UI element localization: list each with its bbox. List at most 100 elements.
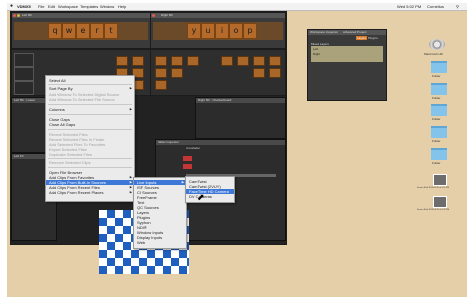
workspace-inspector: Workspace Inspector Advanced Project Lay… [307, 29, 387, 101]
menu-item-close-all-gaps[interactable]: Close All Gaps [49, 122, 75, 127]
close-button[interactable] [152, 14, 155, 17]
desktop: ● VDMX5 File Edit Workspace Templates Wi… [7, 3, 467, 297]
record-button[interactable] [183, 164, 192, 169]
folder-icon[interactable] [431, 126, 447, 138]
clip-slot[interactable] [155, 80, 167, 90]
key-i[interactable]: i [215, 23, 229, 39]
minimize-button[interactable] [17, 14, 20, 17]
layer-row-left[interactable]: Left [313, 47, 318, 51]
desktop-label[interactable]: Folder [432, 161, 441, 165]
screenshot-file-icon[interactable] [433, 196, 447, 208]
desktop-label[interactable]: Macintosh HD [424, 52, 443, 56]
clip-slot[interactable] [132, 56, 144, 66]
right-layer-panel: Right 5th : Checkerboard [195, 97, 286, 139]
key-e[interactable]: e [76, 23, 90, 39]
submenu-arrow-icon: ▶ [129, 86, 132, 90]
menu-templates[interactable]: Templates [80, 3, 98, 10]
desktop-label[interactable]: Folder [432, 74, 441, 78]
panel-title: Right 5th : Checkerboard [196, 98, 285, 103]
right-6th-window: Right 6th y u i o p [150, 12, 286, 49]
slider-name[interactable]: crossfader [186, 146, 200, 150]
user-name[interactable]: Cornelius [427, 3, 444, 10]
key-p[interactable]: p [243, 23, 257, 39]
clip-slot[interactable] [155, 56, 167, 66]
workspace-title: Workspace Inspector [310, 30, 339, 34]
desktop-label[interactable]: Screen Shot 2019-04-15 at 5.02 PM [417, 209, 449, 211]
clip-slot[interactable] [116, 56, 128, 66]
clip-slot[interactable] [269, 56, 281, 66]
menu-window[interactable]: Window [100, 3, 114, 10]
menu-separator [48, 104, 132, 105]
menu-separator [48, 114, 132, 115]
submenu-arrow-icon: ▶ [129, 190, 132, 194]
clip-slot[interactable] [253, 56, 265, 66]
clip-slot[interactable] [237, 56, 249, 66]
key-t[interactable]: t [104, 23, 118, 39]
menu-separator [48, 167, 132, 168]
menu-item-add-window-file[interactable]: Add Window To Selected File Source [49, 97, 115, 102]
key-w[interactable]: w [62, 23, 76, 39]
menu-workspace[interactable]: Workspace [58, 3, 78, 10]
submenu-arrow-icon: ▶ [181, 180, 184, 184]
key-r[interactable]: r [90, 23, 104, 39]
clip-tile[interactable] [14, 53, 34, 67]
desktop-label[interactable]: Folder [432, 139, 441, 143]
menu-separator [48, 158, 132, 159]
folder-icon[interactable] [431, 148, 447, 160]
layer-row-right[interactable]: Right [313, 52, 320, 56]
menu-separator [48, 84, 132, 85]
menu-bar: ● VDMX5 File Edit Workspace Templates Wi… [7, 3, 467, 11]
key-y[interactable]: y [187, 23, 201, 39]
menu-item-select-all[interactable]: Select All [49, 78, 65, 83]
tab-layers[interactable]: Layers [356, 36, 368, 40]
clip-slot[interactable] [171, 56, 183, 66]
menu-item-sort-page[interactable]: Sort Page By [49, 86, 73, 91]
menu-item-columns[interactable]: Columns [49, 107, 65, 112]
clip-slot[interactable] [155, 68, 167, 78]
clip-slot[interactable] [269, 68, 281, 78]
menu-separator [48, 129, 132, 130]
folder-icon[interactable] [431, 83, 447, 95]
menu-file[interactable]: File [38, 3, 44, 10]
menu-item-web[interactable]: Web [137, 240, 145, 245]
menu-item-add-from-recent-places[interactable]: Add Clips From Recent Places [49, 190, 103, 195]
clip-slot[interactable] [187, 56, 199, 66]
clip-slot[interactable] [221, 56, 233, 66]
screenshot-file-icon[interactable] [433, 174, 447, 186]
window-title: Left 6th [12, 13, 150, 18]
folder-icon[interactable] [431, 61, 447, 73]
app-menu[interactable]: VDMX5 [17, 3, 31, 10]
key-o[interactable]: o [229, 23, 243, 39]
clip-slot[interactable] [253, 68, 265, 78]
submenu-arrow-icon: ▶ [129, 107, 132, 111]
key-u[interactable]: u [201, 23, 215, 39]
hard-drive-icon[interactable] [429, 39, 445, 50]
clip-slot[interactable] [171, 68, 183, 78]
folder-icon[interactable] [431, 104, 447, 116]
close-button[interactable] [13, 14, 16, 17]
desktop-label[interactable]: Folder [432, 96, 441, 100]
desktop-label[interactable]: Screen Shot 2019-04-15 at 5.01 PM [417, 187, 449, 189]
window-title: Right 6th [151, 13, 285, 18]
context-menu: Select All Sort Page By ▶ Add Window To … [45, 75, 135, 202]
menu-edit[interactable]: Edit [48, 3, 55, 10]
left-6th-window: Left 6th q w e r t [11, 12, 151, 49]
mouse-cursor-icon: ⬈ [197, 192, 205, 202]
key-q[interactable]: q [48, 23, 62, 39]
desktop-label[interactable]: Folder [432, 117, 441, 121]
workspace-tab-advanced[interactable]: Advanced Project [343, 30, 367, 34]
record-button[interactable] [183, 156, 192, 161]
spotlight-icon[interactable]: ⚲ [456, 3, 459, 10]
media-bin-right [150, 49, 286, 96]
tab-plugins[interactable]: Plugins [368, 36, 378, 40]
clock[interactable]: Wed 5:02 PM [397, 3, 421, 10]
clip-tile[interactable] [14, 67, 34, 81]
menu-item-remove-clips[interactable]: Remove Selected Clips [49, 160, 91, 165]
apple-menu-icon[interactable]: ● [10, 3, 13, 10]
menu-help[interactable]: Help [118, 3, 126, 10]
window-title: Workspace Inspector Advanced Project [308, 30, 386, 35]
clip-tile[interactable] [14, 81, 34, 95]
layer-list [311, 46, 383, 62]
menu-item-duplicate-files[interactable]: Duplicate Selected Files [49, 152, 92, 157]
live-inputs-submenu: CamTwist CamTwist (2VUY) FaceTime HD Cam… [185, 176, 235, 203]
